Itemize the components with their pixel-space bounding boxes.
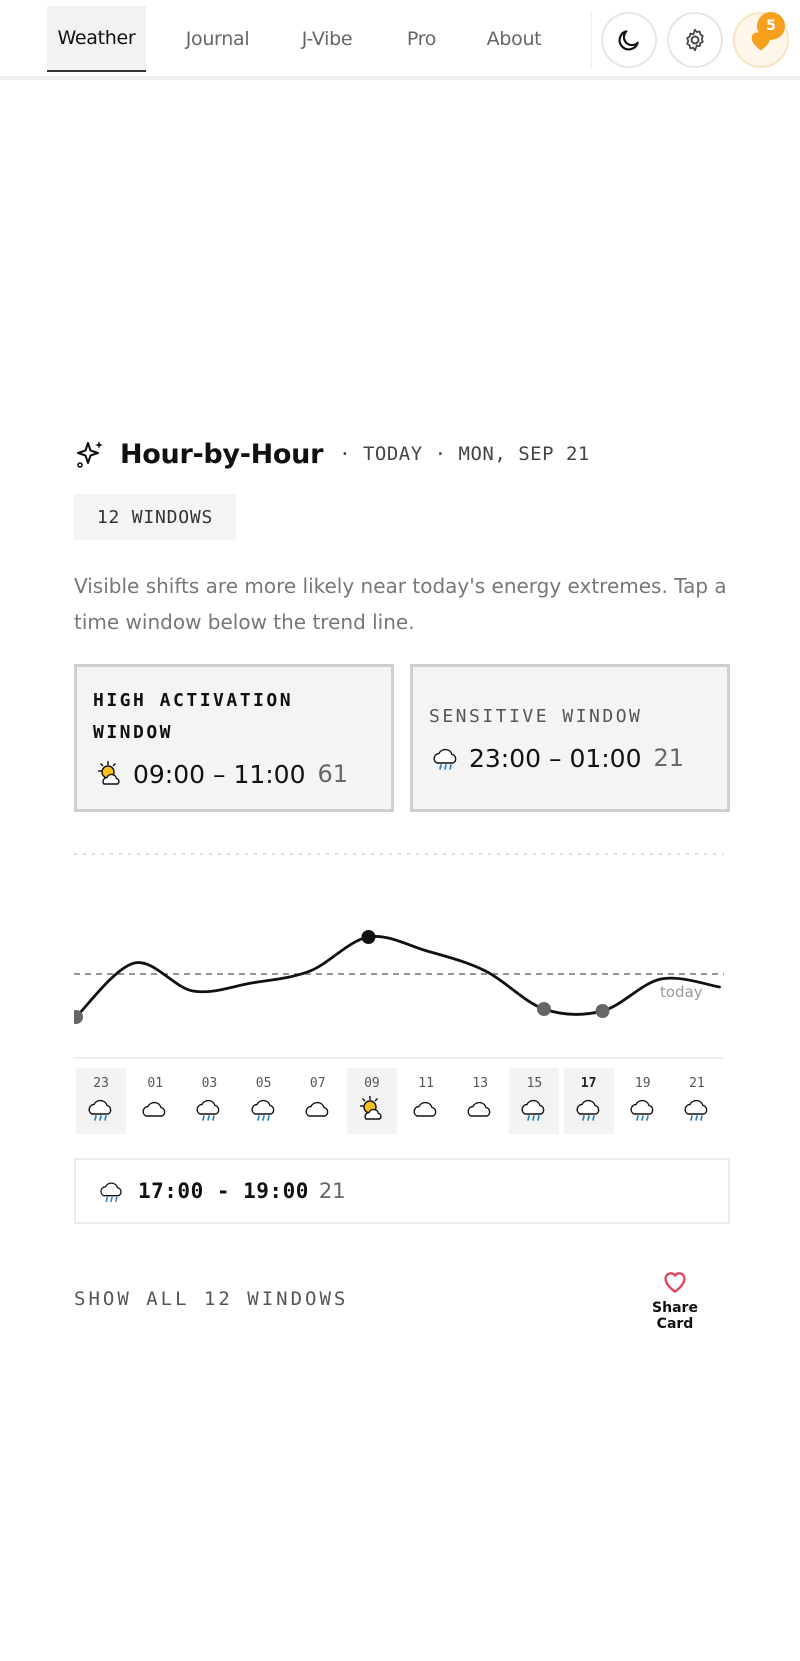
trend-line [74,935,721,1019]
theme-toggle-button[interactable] [601,12,657,68]
tab-j-vibe[interactable]: J-Vibe [282,6,372,72]
selected-window-detail: 17:00 - 19:00 21 [74,1158,730,1224]
trend-low-point-15[interactable] [537,1002,551,1016]
rain-cloud-icon [247,1094,281,1128]
hour-label: 07 [309,1076,326,1091]
high-activation-label: HIGH ACTIVATION [93,690,294,711]
selected-window-score: 21 [318,1179,346,1203]
sensitive-window-value: 23:00 – 01:00 21 [431,743,684,773]
hour-label: 21 [689,1076,705,1091]
rain-cloud-icon [626,1094,660,1128]
hour-label: 19 [634,1076,651,1091]
settings-button[interactable] [667,12,723,68]
favorites-button[interactable]: 5 [733,12,789,68]
rain-cloud-icon [84,1094,118,1128]
rain-cloud-icon [680,1094,714,1128]
show-all-windows-link[interactable]: SHOW ALL 12 WINDOWS [74,1288,348,1310]
rain-cloud-icon [433,748,457,770]
selected-window-time: 17:00 - 19:00 [138,1179,309,1203]
sun-cloud-icon [98,761,120,785]
windows-count-chip: 12 WINDOWS [74,494,236,540]
cloud-icon [301,1094,335,1128]
rain-cloud-icon [192,1094,226,1128]
hour-label: 01 [147,1076,164,1091]
high-activation-score: 61 [317,760,349,788]
trend-low-point-17[interactable] [595,1004,610,1018]
cloud-icon [463,1094,497,1128]
hour-window-19[interactable]: 19 [618,1068,668,1134]
hour-window-21[interactable]: 21 [672,1068,722,1134]
sensitive-window-card[interactable]: SENSITIVE WINDOW 23:00 – 01:00 21 [410,664,730,812]
nav-divider [591,12,592,68]
sun-cloud-icon [355,1094,389,1128]
rain-cloud-icon [572,1094,606,1128]
tab-weather[interactable]: Weather [47,6,146,72]
top-nav: Weather Journal J-Vibe Pro About 5 [0,0,800,80]
hour-label: 09 [364,1076,380,1091]
section-header: Hour-by-Hour · TODAY · MON, SEP 21 [74,438,590,470]
share-card-button[interactable]: Share Card [640,1268,710,1332]
hour-window-17[interactable]: 17 [563,1068,614,1134]
page-title: Hour-by-Hour [120,438,324,470]
rain-cloud-icon [100,1182,122,1203]
hour-window-09[interactable]: 09 [346,1068,397,1134]
sensitive-window-label: SENSITIVE WINDOW [429,706,643,727]
hour-label: 17 [580,1076,597,1091]
rain-cloud-icon [517,1094,551,1128]
high-activation-label-2: WINDOW [93,722,174,743]
hour-window-03[interactable]: 03 [184,1068,234,1134]
hour-label: 15 [526,1076,543,1091]
cloud-icon [409,1094,443,1128]
hour-window-01[interactable]: 01 [130,1068,180,1134]
tab-pro[interactable]: Pro [394,6,449,72]
today-reference-label: today [660,983,703,1001]
gear-icon [686,28,704,52]
high-activation-value: 09:00 – 11:00 61 [95,759,348,789]
hour-window-11[interactable]: 11 [401,1068,451,1134]
sensitive-window-score: 21 [653,744,685,772]
moon-icon [618,30,639,51]
tab-journal[interactable]: Journal [170,6,265,72]
share-card-label: Share Card [652,1300,698,1332]
hour-window-13[interactable]: 13 [455,1068,505,1134]
date-subtitle: · TODAY · MON, SEP 21 [339,443,590,465]
description-text: Visible shifts are more likely near toda… [74,574,727,634]
high-activation-time: 09:00 – 11:00 [133,759,306,789]
hour-window-23[interactable]: 23 [76,1068,127,1134]
hour-window-15[interactable]: 15 [509,1068,560,1134]
sensitive-window-time: 23:00 – 01:00 [469,743,642,773]
tab-about[interactable]: About [474,6,554,72]
high-activation-card[interactable]: HIGH ACTIVATION WINDOW 09:00 – 11:00 61 [74,664,394,812]
hour-window-05[interactable]: 05 [239,1068,289,1134]
hour-label: 05 [255,1076,272,1091]
sparkles-icon [77,441,103,468]
hour-label: 03 [201,1076,218,1091]
trend-high-point-09[interactable] [361,930,376,944]
hour-label: 23 [93,1076,109,1091]
favorites-count-badge: 5 [757,12,785,40]
hour-window-07[interactable]: 07 [293,1068,343,1134]
hour-label: 11 [418,1076,434,1091]
hour-window-strip: 23 01 03 05 07 09 11 13 15 17 19 21 [74,1068,724,1134]
cloud-icon [138,1094,172,1128]
energy-trend-chart: today [74,853,724,1059]
heart-outline-icon [664,1272,686,1294]
hour-label: 13 [472,1076,489,1091]
